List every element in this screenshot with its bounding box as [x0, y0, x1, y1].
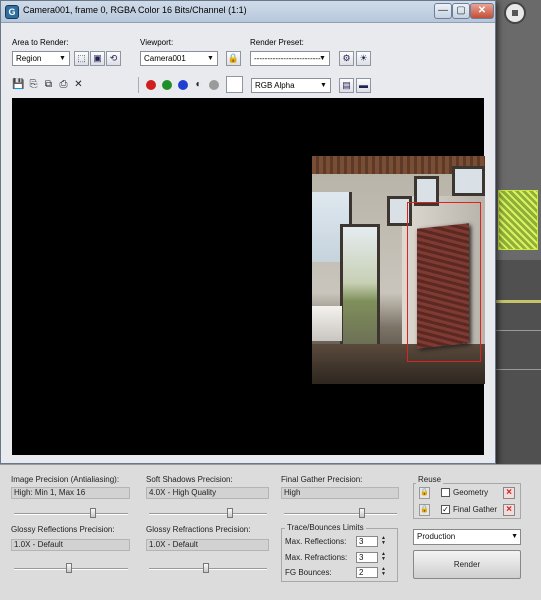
edit-region-icon[interactable]: ⬚: [74, 51, 89, 66]
auto-region-icon[interactable]: ▣: [90, 51, 105, 66]
chevron-down-icon: ▼: [207, 55, 214, 62]
maximize-button[interactable]: ▢: [452, 3, 470, 19]
image-precision-label: Image Precision (Antialiasing):: [11, 475, 120, 484]
window-title: Camera001, frame 0, RGBA Color 16 Bits/C…: [23, 5, 247, 15]
area-to-render-label: Area to Render:: [12, 38, 69, 47]
minimize-button[interactable]: —: [434, 3, 452, 19]
render-button[interactable]: Render: [413, 550, 521, 579]
image-precision-slider-thumb[interactable]: [90, 508, 96, 518]
trace-bounces-title: Trace/Bounces Limits: [285, 523, 366, 532]
glossy-reflections-slider-thumb[interactable]: [66, 563, 72, 573]
render-preset-label: Render Preset:: [250, 38, 304, 47]
glossy-refractions-slider-thumb[interactable]: [203, 563, 209, 573]
background-floor-edge: [494, 300, 541, 303]
max-reflections-input[interactable]: 3: [356, 536, 378, 547]
geometry-lock-icon[interactable]: 🔒: [419, 487, 430, 499]
render-clerestory-window: [452, 166, 485, 196]
rendered-region-image: [312, 156, 485, 384]
image-precision-slider[interactable]: [14, 508, 128, 518]
max-reflections-label: Max. Reflections:: [285, 537, 347, 546]
final-gather-precision-field: High: [281, 487, 399, 499]
clear-final-gather-cache-icon[interactable]: ×: [503, 504, 515, 516]
close-button[interactable]: ✕: [470, 3, 494, 19]
alpha-channel-icon[interactable]: ◐: [192, 78, 205, 91]
final-gather-precision-slider[interactable]: [284, 508, 397, 518]
glossy-reflections-field: 1.0X - Default: [11, 539, 130, 551]
chevron-down-icon: ▼: [319, 55, 326, 62]
viewport-value: Camera001: [144, 54, 186, 63]
render-canvas[interactable]: [12, 98, 485, 455]
geometry-checkbox[interactable]: [441, 488, 450, 497]
soft-shadows-slider[interactable]: [149, 508, 267, 518]
print-icon[interactable]: ⎙: [57, 78, 70, 91]
clone-icon[interactable]: ⧉: [42, 78, 55, 91]
copy-icon[interactable]: ⎘: [27, 78, 40, 91]
save-icon[interactable]: 💾: [12, 78, 25, 91]
chevron-down-icon: ▼: [59, 55, 66, 62]
red-channel-icon[interactable]: [146, 80, 156, 90]
glossy-reflections-slider[interactable]: [14, 563, 128, 573]
monochrome-icon[interactable]: [209, 80, 219, 90]
channel-display-value: RGB Alpha: [255, 81, 295, 90]
viewcube-gizmo-icon[interactable]: [504, 2, 526, 24]
channel-display-dropdown[interactable]: RGB Alpha ▼: [251, 78, 331, 93]
max-reflections-spinner-icon[interactable]: ▲ ▼: [380, 536, 387, 547]
blue-channel-icon[interactable]: [178, 80, 188, 90]
auto-region-selected-icon[interactable]: ⟲: [106, 51, 121, 66]
area-to-render-value: Region: [16, 54, 42, 63]
lock-viewport-icon[interactable]: 🔒: [226, 51, 241, 66]
fg-bounces-label: FG Bounces:: [285, 568, 332, 577]
fg-bounces-spinner-icon[interactable]: ▲ ▼: [380, 567, 387, 578]
render-region-box[interactable]: [407, 202, 481, 362]
render-preset-dropdown[interactable]: ------------------------- ▼: [250, 51, 330, 66]
reuse-title: Reuse: [416, 475, 444, 484]
soft-shadows-slider-thumb[interactable]: [227, 508, 233, 518]
final-gather-precision-slider-thumb[interactable]: [359, 508, 365, 518]
image-precision-field: High: Min 1, Max 16: [11, 487, 130, 499]
final-gather-lock-icon[interactable]: 🔒: [419, 504, 430, 516]
glossy-reflections-label: Glossy Reflections Precision:: [11, 525, 115, 534]
toolbar-separator: [138, 77, 139, 93]
toggle-ui-icon[interactable]: ▬: [356, 78, 371, 93]
environment-icon[interactable]: ☀: [356, 51, 371, 66]
title-bar[interactable]: G Camera001, frame 0, RGBA Color 16 Bits…: [1, 1, 495, 23]
render-setup-icon[interactable]: ⚙: [339, 51, 354, 66]
background-furniture: [494, 330, 541, 370]
render-sofa: [312, 306, 342, 341]
final-gather-reuse-checkbox[interactable]: ✓: [441, 505, 450, 514]
viewport-dropdown[interactable]: Camera001 ▼: [140, 51, 218, 66]
fg-bounces-input[interactable]: 2: [356, 567, 378, 578]
soft-shadows-field: 4.0X - High Quality: [146, 487, 269, 499]
chevron-down-icon: ▼: [511, 533, 518, 540]
glossy-refractions-field: 1.0X - Default: [146, 539, 269, 551]
glossy-refractions-slider[interactable]: [149, 563, 267, 573]
geometry-label: Geometry: [453, 488, 489, 497]
max-refractions-input[interactable]: 3: [356, 552, 378, 563]
background-viewport: [494, 0, 541, 470]
app-icon: G: [5, 5, 19, 19]
final-gather-precision-label: Final Gather Precision:: [281, 475, 363, 484]
viewport-label: Viewport:: [140, 38, 174, 47]
clear-icon[interactable]: ✕: [72, 78, 85, 91]
chevron-down-icon: ▼: [320, 82, 327, 89]
render-preset-value: -------------------------: [254, 54, 321, 63]
max-refractions-label: Max. Refractions:: [285, 553, 348, 562]
max-refractions-spinner-icon[interactable]: ▲ ▼: [380, 552, 387, 563]
wireframe-object: [498, 190, 538, 250]
toggle-ui-overlay-icon[interactable]: ▤: [339, 78, 354, 93]
area-to-render-dropdown[interactable]: Region ▼: [12, 51, 70, 66]
glossy-refractions-label: Glossy Refractions Precision:: [146, 525, 251, 534]
production-preset-dropdown[interactable]: Production ▼: [413, 529, 521, 545]
render-glass-door: [340, 224, 380, 354]
green-channel-icon[interactable]: [162, 80, 172, 90]
production-preset-value: Production: [417, 532, 456, 541]
soft-shadows-label: Soft Shadows Precision:: [146, 475, 233, 484]
final-gather-reuse-label: Final Gather: [453, 505, 498, 514]
render-frame-window: G Camera001, frame 0, RGBA Color 16 Bits…: [0, 0, 496, 464]
clear-geometry-cache-icon[interactable]: ×: [503, 487, 515, 499]
color-swatch[interactable]: [226, 76, 243, 93]
